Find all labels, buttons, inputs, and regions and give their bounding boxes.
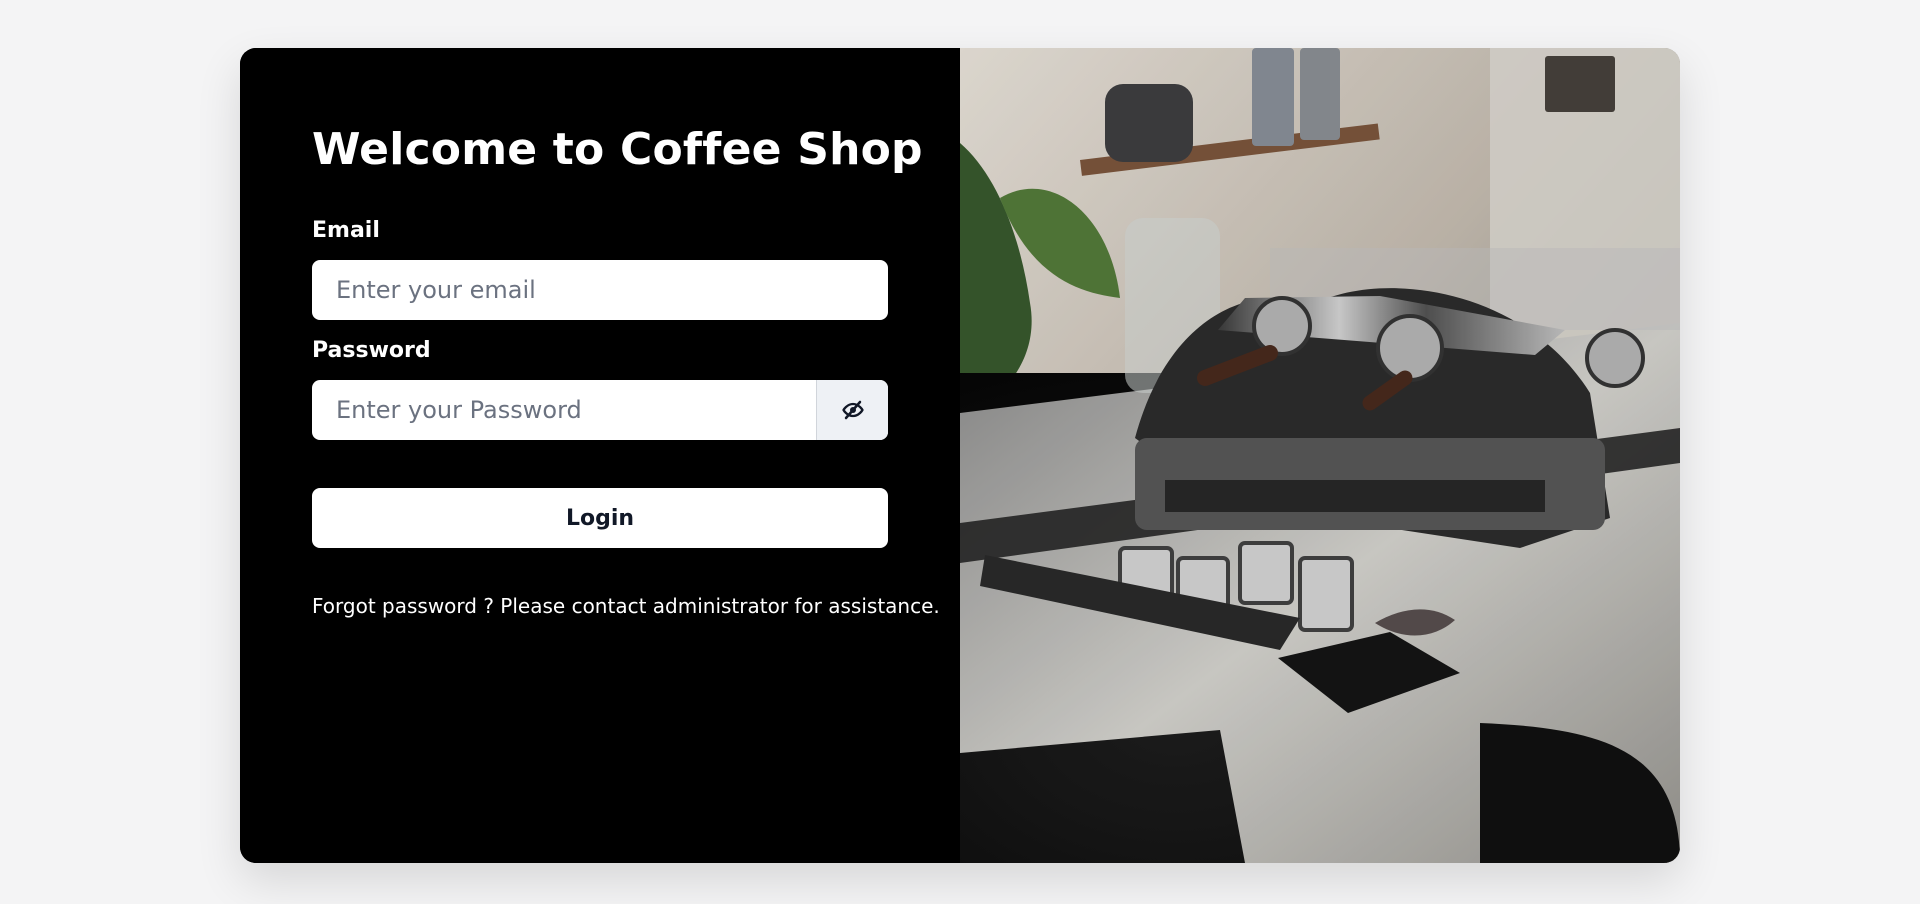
password-field-container xyxy=(312,380,888,440)
coffee-machine-photo xyxy=(960,48,1680,863)
forgot-password-help-text: Forgot password ? Please contact adminis… xyxy=(312,594,940,618)
email-field-container xyxy=(312,260,888,320)
page-title: Welcome to Coffee Shop xyxy=(312,124,923,175)
email-field[interactable] xyxy=(312,260,888,320)
eye-off-icon xyxy=(841,400,864,420)
email-label: Email xyxy=(312,218,380,243)
toggle-password-visibility-button[interactable] xyxy=(816,380,888,440)
login-panel: Welcome to Coffee Shop Email Password Lo… xyxy=(240,48,960,863)
login-card: Welcome to Coffee Shop Email Password Lo… xyxy=(240,48,1680,863)
login-button[interactable]: Login xyxy=(312,488,888,548)
coffee-bar-photo xyxy=(960,48,1680,863)
password-label: Password xyxy=(312,338,431,363)
password-field[interactable] xyxy=(312,380,816,440)
